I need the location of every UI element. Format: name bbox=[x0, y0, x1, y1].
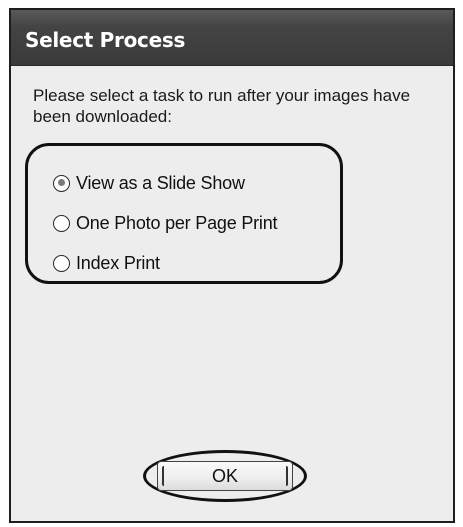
radio-label-index-print[interactable]: Index Print bbox=[76, 253, 160, 274]
ok-button[interactable]: OK bbox=[157, 461, 293, 491]
radio-selected-dot bbox=[57, 179, 65, 186]
radio-button-icon[interactable] bbox=[53, 214, 70, 232]
radio-option-one-photo-per-page[interactable]: One Photo per Page Print bbox=[53, 211, 278, 235]
radio-label-one-photo-per-page[interactable]: One Photo per Page Print bbox=[76, 213, 278, 234]
radio-button-icon[interactable] bbox=[53, 254, 70, 272]
dialog-title: Select Process bbox=[25, 28, 186, 52]
radio-button-selected-icon[interactable] bbox=[53, 174, 70, 192]
radio-label-slide-show[interactable]: View as a Slide Show bbox=[76, 173, 245, 194]
title-bar: Select Process bbox=[11, 10, 453, 66]
prompt-text: Please select a task to run after your i… bbox=[33, 86, 411, 126]
radio-option-index-print[interactable]: Index Print bbox=[53, 251, 160, 275]
radio-option-slide-show[interactable]: View as a Slide Show bbox=[53, 171, 245, 195]
